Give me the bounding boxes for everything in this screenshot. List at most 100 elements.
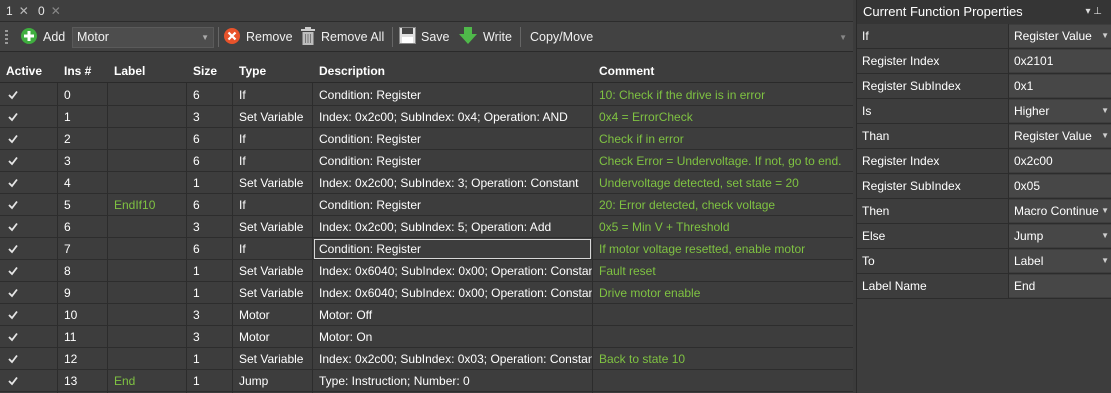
cell-comment[interactable]: Undervoltage detected, set state = 20: [593, 172, 853, 194]
property-input[interactable]: 0x2101: [1009, 50, 1111, 72]
cell-comment[interactable]: Check Error = Undervoltage. If not, go t…: [593, 150, 853, 172]
tab-close-icon[interactable]: ✕: [19, 4, 29, 18]
cell-type[interactable]: If: [233, 238, 312, 260]
cell-label[interactable]: [108, 150, 186, 172]
cell-comment[interactable]: If motor voltage resetted, enable motor: [593, 238, 853, 260]
cell-label[interactable]: [108, 282, 186, 304]
cell-description[interactable]: Condition: Register: [313, 150, 592, 172]
cell-description[interactable]: Condition: Register: [313, 238, 592, 260]
cell-label[interactable]: [108, 216, 186, 238]
cell-comment[interactable]: Fault reset: [593, 260, 853, 282]
cell-size[interactable]: 1: [187, 172, 232, 194]
cell-size[interactable]: 3: [187, 304, 232, 326]
cell-comment[interactable]: [593, 326, 853, 348]
cell-label[interactable]: [108, 172, 186, 194]
property-dropdown[interactable]: Macro Continue ▼: [1009, 200, 1111, 222]
cell-description[interactable]: Index: 0x2c00; SubIndex: 3; Operation: C…: [313, 172, 592, 194]
active-checkbox[interactable]: [8, 244, 18, 254]
macro-select[interactable]: Motor ▼: [72, 27, 214, 48]
cell-label[interactable]: [108, 260, 186, 282]
cell-ins[interactable]: 10: [58, 304, 107, 326]
active-checkbox[interactable]: [8, 156, 18, 166]
pin-icon[interactable]: ▾ ⊥: [1085, 0, 1102, 24]
cell-ins[interactable]: 6: [58, 216, 107, 238]
table-row[interactable]: 7 6 If Condition: Register If motor voltage …: [0, 238, 853, 260]
cell-description[interactable]: Index: 0x2c00; SubIndex: 0x4; Operation:…: [313, 106, 592, 128]
active-checkbox[interactable]: [8, 90, 18, 100]
cell-comment[interactable]: 0x5 = Min V + Threshold: [593, 216, 853, 238]
cell-size[interactable]: 1: [187, 282, 232, 304]
tab-close-icon[interactable]: ✕: [51, 4, 61, 18]
cell-ins[interactable]: 7: [58, 238, 107, 260]
cell-type[interactable]: Set Variable: [233, 216, 312, 238]
remove-all-button[interactable]: Remove All: [300, 26, 384, 48]
table-row[interactable]: 2 6 If Condition: Register Check if in error: [0, 128, 853, 150]
column-header-size[interactable]: Size: [187, 59, 217, 83]
cell-type[interactable]: If: [233, 128, 312, 150]
cell-size[interactable]: 6: [187, 194, 232, 216]
column-header-comment[interactable]: Comment: [593, 59, 654, 83]
cell-description[interactable]: Index: 0x6040; SubIndex: 0x00; Operation…: [313, 260, 592, 282]
cell-description[interactable]: Index: 0x2c00; SubIndex: 0x03; Operation…: [313, 348, 592, 370]
cell-type[interactable]: Set Variable: [233, 172, 312, 194]
property-input[interactable]: 0x05: [1009, 175, 1111, 197]
toolbar-grip-icon[interactable]: [5, 30, 8, 44]
table-row[interactable]: 9 1 Set Variable Index: 0x6040; SubIndex: 0…: [0, 282, 853, 304]
cell-comment[interactable]: 0x4 = ErrorCheck: [593, 106, 853, 128]
cell-type[interactable]: Set Variable: [233, 260, 312, 282]
cell-type[interactable]: Set Variable: [233, 106, 312, 128]
active-checkbox[interactable]: [8, 134, 18, 144]
column-header-label[interactable]: Label: [108, 59, 145, 83]
cell-description[interactable]: Index: 0x6040; SubIndex: 0x00; Operation…: [313, 282, 592, 304]
cell-type[interactable]: Jump: [233, 370, 312, 392]
cell-label[interactable]: EndIf10: [108, 194, 186, 216]
cell-label[interactable]: [108, 304, 186, 326]
cell-size[interactable]: 3: [187, 326, 232, 348]
cell-ins[interactable]: 8: [58, 260, 107, 282]
cell-ins[interactable]: 13: [58, 370, 107, 392]
toolbar-overflow-icon[interactable]: ▼: [839, 33, 847, 42]
table-row[interactable]: 6 3 Set Variable Index: 0x2c00; SubIndex: 5…: [0, 216, 853, 238]
cell-ins[interactable]: 0: [58, 84, 107, 106]
cell-description[interactable]: Type: Instruction; Number: 0: [313, 370, 592, 392]
add-button[interactable]: Add: [20, 26, 65, 48]
write-button[interactable]: Write: [458, 26, 512, 48]
cell-size[interactable]: 6: [187, 238, 232, 260]
active-checkbox[interactable]: [8, 288, 18, 298]
property-input[interactable]: End: [1009, 275, 1111, 297]
cell-type[interactable]: Motor: [233, 326, 312, 348]
table-row[interactable]: 1 3 Set Variable Index: 0x2c00; SubIndex: 0…: [0, 106, 853, 128]
cell-size[interactable]: 1: [187, 370, 232, 392]
cell-description[interactable]: Index: 0x2c00; SubIndex: 5; Operation: A…: [313, 216, 592, 238]
cell-description[interactable]: Motor: On: [313, 326, 592, 348]
cell-type[interactable]: Set Variable: [233, 282, 312, 304]
active-checkbox[interactable]: [8, 332, 18, 342]
cell-size[interactable]: 6: [187, 128, 232, 150]
table-row[interactable]: 5 EndIf10 6 If Condition: Register 20: Error …: [0, 194, 853, 216]
cell-type[interactable]: Motor: [233, 304, 312, 326]
cell-size[interactable]: 1: [187, 348, 232, 370]
cell-label[interactable]: [108, 348, 186, 370]
cell-comment[interactable]: [593, 370, 853, 392]
property-input[interactable]: 0x1: [1009, 75, 1111, 97]
table-row[interactable]: 0 6 If Condition: Register 10: Check if the …: [0, 84, 853, 106]
cell-ins[interactable]: 3: [58, 150, 107, 172]
table-row[interactable]: 4 1 Set Variable Index: 0x2c00; SubIndex: 3…: [0, 172, 853, 194]
table-row[interactable]: 3 6 If Condition: Register Check Error = Und…: [0, 150, 853, 172]
cell-description[interactable]: Condition: Register: [313, 128, 592, 150]
tab-1[interactable]: 1 ✕: [6, 3, 29, 19]
cell-label[interactable]: [108, 84, 186, 106]
cell-label[interactable]: [108, 106, 186, 128]
table-row[interactable]: 13 End 1 Jump Type: Instruction; Number: 0: [0, 370, 853, 392]
cell-ins[interactable]: 2: [58, 128, 107, 150]
cell-label[interactable]: [108, 128, 186, 150]
cell-size[interactable]: 6: [187, 84, 232, 106]
column-header-active[interactable]: Active: [0, 59, 42, 83]
column-header-type[interactable]: Type: [233, 59, 266, 83]
property-dropdown[interactable]: Jump ▼: [1009, 225, 1111, 247]
cell-description[interactable]: Condition: Register: [313, 84, 592, 106]
cell-size[interactable]: 3: [187, 106, 232, 128]
cell-comment[interactable]: 20: Error detected, check voltage: [593, 194, 853, 216]
tab-0[interactable]: 0 ✕: [38, 3, 61, 19]
cell-comment[interactable]: [593, 304, 853, 326]
